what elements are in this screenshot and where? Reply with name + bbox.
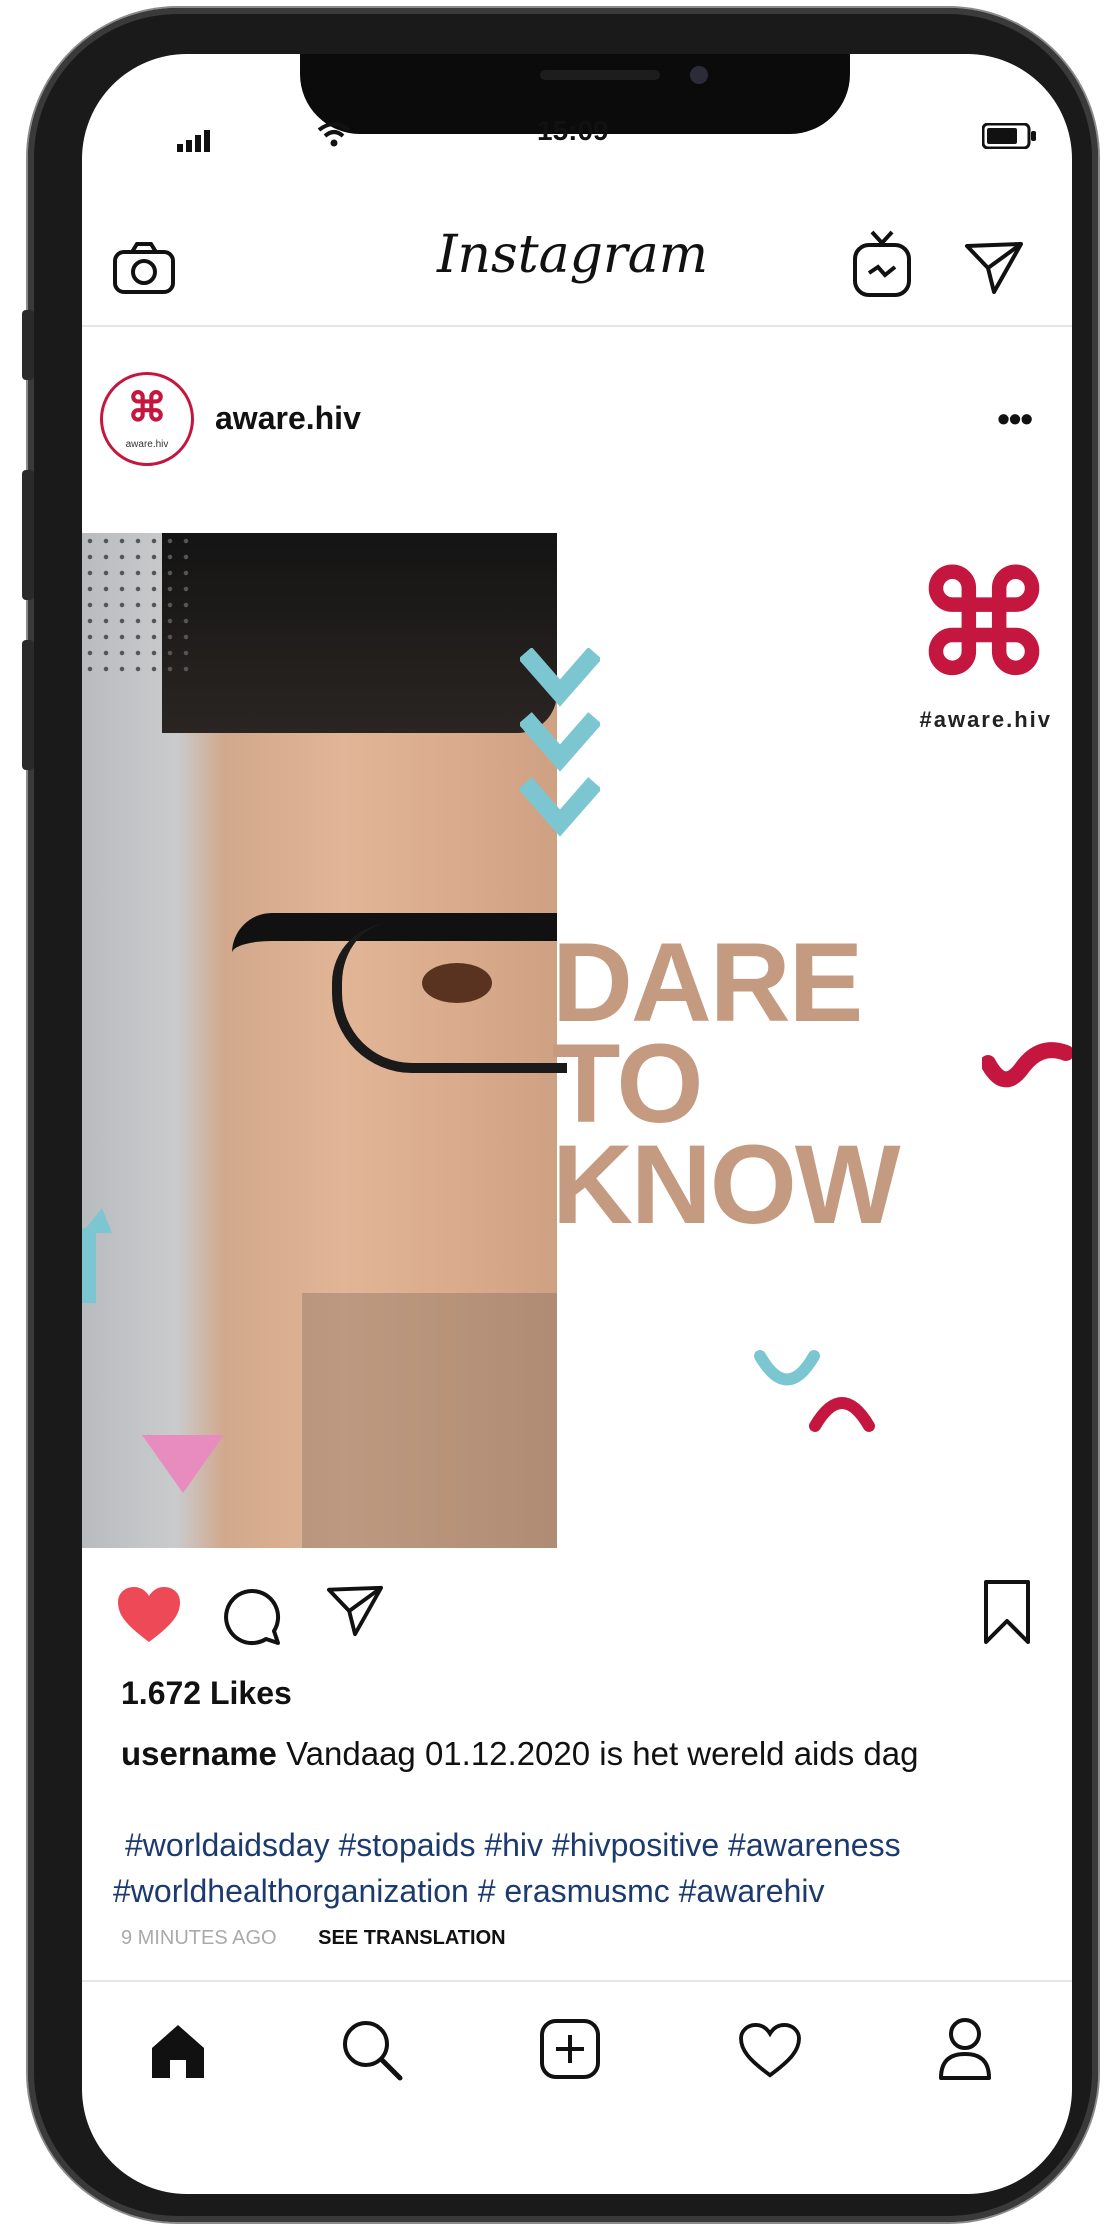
hashtags-line-2[interactable]: #worldhealthorganization # erasmusmc #aw… [113, 1868, 1061, 1914]
portrait-beard [302, 1293, 557, 1548]
battery-icon [981, 122, 1038, 156]
red-arc-shape [809, 1397, 875, 1432]
bookmark-icon[interactable] [982, 1579, 1032, 1650]
status-bar: 15:09 [82, 115, 1072, 155]
app-logo: Instagram [437, 225, 709, 285]
post-header: ⌘ aware.hiv aware.hiv ••• [82, 372, 1072, 472]
heart-filled-icon[interactable] [116, 1585, 182, 1650]
tabbar-divider [82, 1980, 1072, 1982]
avatar[interactable]: ⌘ aware.hiv [100, 372, 194, 466]
mute-switch [22, 310, 34, 380]
portrait-hair [162, 533, 557, 733]
more-options-icon[interactable]: ••• [997, 398, 1033, 440]
send-icon[interactable] [964, 240, 1024, 301]
portrait-photo [82, 533, 567, 1548]
caption: username Vandaag 01.12.2020 is het werel… [121, 1735, 918, 1773]
portrait-eye [422, 963, 492, 1003]
cyan-arrow-shape [82, 1208, 112, 1303]
front-camera [690, 66, 708, 84]
hashtags: #worldaidsday #stopaids #hiv #hivpositiv… [113, 1822, 1061, 1914]
brand-logo: ⌘ [914, 546, 1054, 703]
search-icon[interactable] [340, 2018, 404, 2087]
bottom-tab-bar [82, 2010, 1072, 2110]
add-post-icon[interactable] [539, 2018, 601, 2085]
like-count[interactable]: 1.672 Likes [121, 1675, 292, 1712]
camera-icon[interactable] [112, 240, 176, 301]
pink-triangle-shape [142, 1435, 224, 1493]
headline: DARE TO KNOW [552, 920, 901, 1247]
header-divider [82, 325, 1072, 327]
heart-icon[interactable] [737, 2022, 803, 2085]
app-header: Instagram [82, 225, 1072, 325]
comment-icon[interactable] [222, 1587, 282, 1652]
avatar-label: aware.hiv [125, 439, 169, 450]
profile-icon[interactable] [937, 2016, 993, 2087]
brand-tag: #aware.hiv [919, 707, 1052, 732]
signal-icon [177, 127, 217, 159]
post-actions [82, 1575, 1072, 1655]
hashtags-line-1[interactable]: #worldaidsday #stopaids #hiv #hivpositiv… [121, 1822, 1061, 1868]
status-time: 15:09 [537, 115, 609, 146]
post-meta: 9 MINUTES AGO SEE TRANSLATION [121, 1927, 506, 1950]
post-image[interactable]: DARE TO KNOW ⌘ #aware.hiv [82, 533, 1072, 1548]
home-icon[interactable] [148, 2022, 208, 2085]
igtv-icon[interactable] [852, 229, 912, 304]
speaker [540, 70, 660, 80]
volume-up-button [22, 470, 34, 600]
caption-username[interactable]: username [121, 1735, 277, 1772]
headline-line-2: TO [552, 1020, 704, 1146]
send-icon[interactable] [326, 1583, 384, 1644]
chevron-stack-icon [520, 648, 600, 837]
see-translation-link[interactable]: SEE TRANSLATION [318, 1927, 505, 1949]
headline-line-3: KNOW [552, 1121, 901, 1247]
volume-down-button [22, 640, 34, 770]
post-username[interactable]: aware.hiv [215, 400, 361, 437]
dot-pattern [82, 533, 192, 673]
avatar-logo: ⌘ [127, 386, 167, 430]
wifi-icon [317, 121, 351, 154]
caption-text: Vandaag 01.12.2020 is het wereld aids da… [276, 1735, 919, 1772]
headline-line-1: DARE [552, 920, 863, 1045]
red-wave-shape [982, 1042, 1072, 1088]
time-ago: 9 MINUTES AGO [121, 1927, 277, 1949]
